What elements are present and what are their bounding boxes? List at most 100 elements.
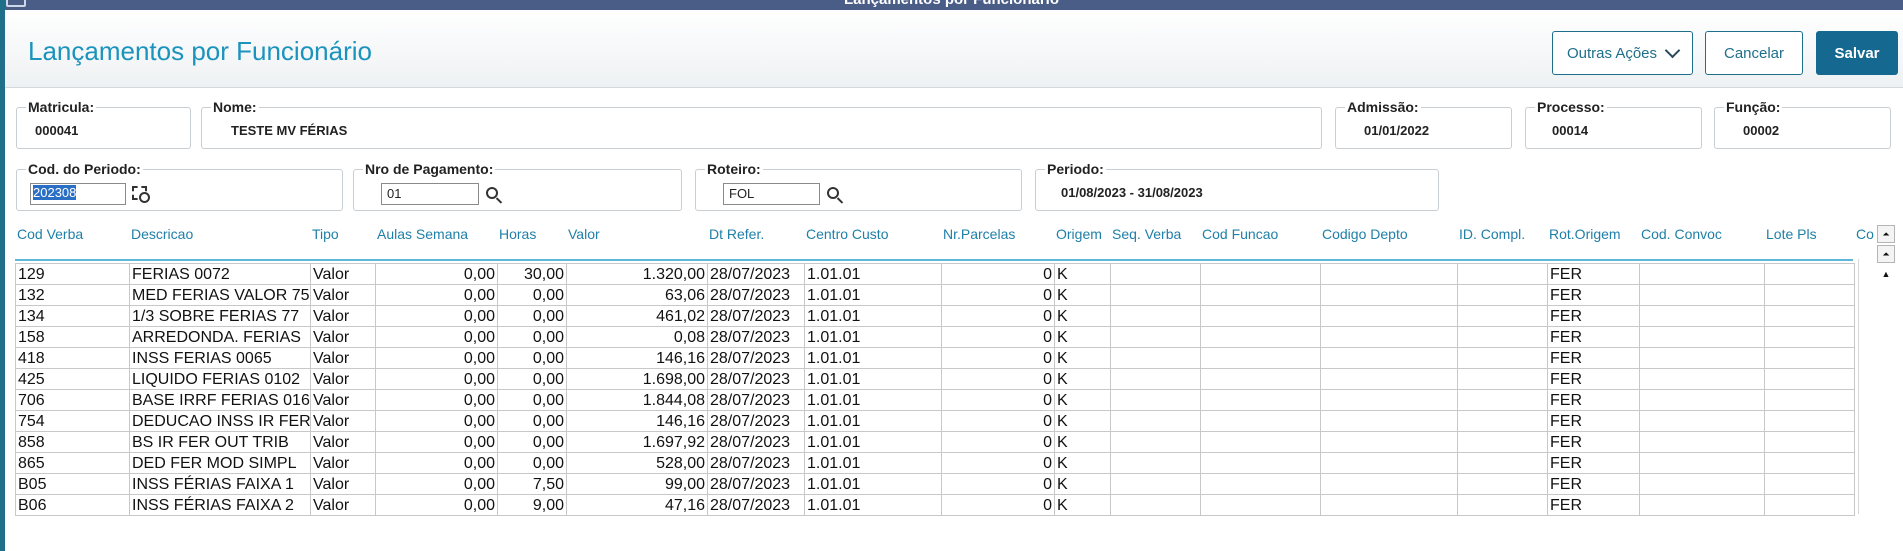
table-cell[interactable]	[1110, 494, 1201, 516]
column-header[interactable]: Aulas Semana	[377, 226, 468, 242]
table-cell[interactable]	[1639, 263, 1765, 285]
nro-pagamento-input[interactable]: 01	[381, 183, 479, 205]
table-cell[interactable]: B06	[15, 494, 130, 516]
table-cell[interactable]	[1457, 263, 1548, 285]
table-cell[interactable]: 28/07/2023	[707, 305, 805, 327]
table-cell[interactable]	[1200, 347, 1321, 369]
table-cell[interactable]: B05	[15, 473, 130, 495]
column-header[interactable]: Cod. Convoc	[1641, 226, 1722, 242]
table-cell[interactable]: Valor	[310, 263, 376, 285]
table-cell[interactable]	[1457, 494, 1548, 516]
table-cell[interactable]	[1320, 347, 1458, 369]
table-cell[interactable]: 1.01.01	[804, 494, 942, 516]
table-cell[interactable]: 425	[15, 368, 130, 390]
save-button[interactable]: Salvar	[1816, 31, 1898, 75]
table-cell[interactable]	[1320, 305, 1458, 327]
table-cell[interactable]: K	[1054, 389, 1111, 411]
calendar-search-icon[interactable]	[132, 186, 150, 203]
table-cell[interactable]: 858	[15, 431, 130, 453]
table-cell[interactable]	[1200, 473, 1321, 495]
table-cell[interactable]: LIQUIDO FERIAS 0102	[129, 368, 311, 390]
table-cell[interactable]: 0,00	[375, 347, 498, 369]
column-header[interactable]: Cod Funcao	[1202, 226, 1278, 242]
table-cell[interactable]: FER	[1547, 368, 1640, 390]
table-cell[interactable]	[1457, 473, 1548, 495]
table-cell[interactable]	[1639, 389, 1765, 411]
column-header[interactable]: Descricao	[131, 226, 193, 242]
table-cell[interactable]: DED FER MOD SIMPL	[129, 452, 311, 474]
table-row[interactable]: 858 BS IR FER OUT TRIB Valor 0,00 0,00 1.697,…	[15, 431, 1855, 453]
cod-periodo-input[interactable]: 202308	[30, 183, 126, 205]
table-cell[interactable]	[1764, 263, 1855, 285]
table-cell[interactable]	[1764, 473, 1855, 495]
table-row[interactable]: 754 DEDUCAO INSS IR FERI Valor 0,00 0,00 146,…	[15, 410, 1855, 432]
table-cell[interactable]: 1.01.01	[804, 410, 942, 432]
roteiro-input[interactable]: FOL	[723, 183, 820, 205]
table-cell[interactable]: 0,00	[497, 326, 567, 348]
table-row[interactable]: 418 INSS FERIAS 0065 Valor 0,00 0,00 146,16 28…	[15, 347, 1855, 369]
table-cell[interactable]: BS IR FER OUT TRIB	[129, 431, 311, 453]
table-cell[interactable]	[1764, 410, 1855, 432]
table-cell[interactable]: BASE IRRF FERIAS 016	[129, 389, 311, 411]
table-cell[interactable]: K	[1054, 473, 1111, 495]
table-cell[interactable]: 0,00	[375, 368, 498, 390]
table-cell[interactable]	[1457, 284, 1548, 306]
table-cell[interactable]: 129	[15, 263, 130, 285]
table-cell[interactable]: Valor	[310, 389, 376, 411]
column-header[interactable]: Horas	[499, 226, 536, 242]
table-cell[interactable]	[1764, 368, 1855, 390]
search-icon[interactable]	[827, 187, 839, 199]
table-cell[interactable]	[1639, 284, 1765, 306]
column-header[interactable]: ID. Compl.	[1459, 226, 1525, 242]
table-cell[interactable]: 28/07/2023	[707, 326, 805, 348]
scroll-first-button[interactable]: ⏶	[1877, 225, 1895, 243]
table-cell[interactable]: MED FERIAS VALOR 75	[129, 284, 311, 306]
table-cell[interactable]	[1457, 410, 1548, 432]
table-cell[interactable]	[1200, 263, 1321, 285]
table-cell[interactable]: K	[1054, 452, 1111, 474]
scroll-up-button[interactable]: ▲	[1877, 265, 1895, 283]
table-cell[interactable]	[1200, 368, 1321, 390]
table-cell[interactable]: FER	[1547, 431, 1640, 453]
table-cell[interactable]	[1200, 410, 1321, 432]
table-row[interactable]: 706 BASE IRRF FERIAS 016 Valor 0,00 0,00 1.84…	[15, 389, 1855, 411]
table-row[interactable]: 865 DED FER MOD SIMPL Valor 0,00 0,00 528,00 2…	[15, 452, 1855, 474]
table-cell[interactable]: 1.01.01	[804, 347, 942, 369]
table-cell[interactable]: Valor	[310, 494, 376, 516]
table-cell[interactable]: 63,06	[566, 284, 708, 306]
table-cell[interactable]: 706	[15, 389, 130, 411]
table-cell[interactable]	[1639, 347, 1765, 369]
table-cell[interactable]: 0,00	[497, 410, 567, 432]
table-cell[interactable]: DEDUCAO INSS IR FERI	[129, 410, 311, 432]
table-cell[interactable]: Valor	[310, 305, 376, 327]
table-cell[interactable]: 1.01.01	[804, 431, 942, 453]
table-cell[interactable]: Valor	[310, 431, 376, 453]
table-cell[interactable]: 28/07/2023	[707, 494, 805, 516]
table-cell[interactable]: 0	[941, 494, 1055, 516]
column-header[interactable]: Centro Custo	[806, 226, 888, 242]
table-cell[interactable]: 0,00	[375, 263, 498, 285]
table-cell[interactable]: 0,00	[497, 452, 567, 474]
table-cell[interactable]	[1639, 473, 1765, 495]
table-cell[interactable]: 0	[941, 347, 1055, 369]
table-cell[interactable]	[1200, 431, 1321, 453]
table-cell[interactable]: 1.698,00	[566, 368, 708, 390]
table-cell[interactable]: K	[1054, 263, 1111, 285]
table-cell[interactable]: 0	[941, 305, 1055, 327]
table-cell[interactable]: FER	[1547, 410, 1640, 432]
table-cell[interactable]	[1320, 326, 1458, 348]
table-cell[interactable]	[1110, 284, 1201, 306]
table-cell[interactable]: 0,00	[375, 410, 498, 432]
table-cell[interactable]: K	[1054, 494, 1111, 516]
table-cell[interactable]	[1200, 452, 1321, 474]
table-cell[interactable]	[1110, 473, 1201, 495]
table-cell[interactable]	[1110, 305, 1201, 327]
table-cell[interactable]: INSS FERIAS 0065	[129, 347, 311, 369]
table-cell[interactable]: 0	[941, 284, 1055, 306]
table-row[interactable]: 129 FERIAS 0072 Valor 0,00 30,00 1.320,00 28/0…	[15, 263, 1855, 285]
table-cell[interactable]: Valor	[310, 452, 376, 474]
column-header[interactable]: Co	[1856, 226, 1874, 242]
table-cell[interactable]	[1764, 494, 1855, 516]
table-cell[interactable]: 134	[15, 305, 130, 327]
cancel-button[interactable]: Cancelar	[1705, 31, 1803, 75]
